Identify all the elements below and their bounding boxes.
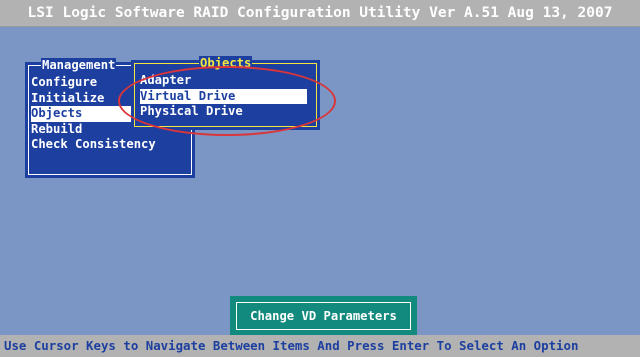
management-menu-title: Management bbox=[41, 58, 117, 72]
status-bar: Use Cursor Keys to Navigate Between Item… bbox=[0, 335, 640, 357]
change-vd-parameters-frame: Change VD Parameters bbox=[236, 302, 411, 330]
status-text: Use Cursor Keys to Navigate Between Item… bbox=[4, 338, 579, 353]
change-vd-parameters-label: Change VD Parameters bbox=[250, 309, 397, 323]
app-title: LSI Logic Software RAID Configuration Ut… bbox=[27, 5, 613, 21]
highlight-ellipse bbox=[118, 66, 336, 136]
change-vd-parameters-popup[interactable]: Change VD Parameters bbox=[230, 296, 417, 336]
title-bar: LSI Logic Software RAID Configuration Ut… bbox=[0, 0, 640, 27]
menu-item-check-consistency[interactable]: Check Consistency bbox=[31, 137, 161, 153]
